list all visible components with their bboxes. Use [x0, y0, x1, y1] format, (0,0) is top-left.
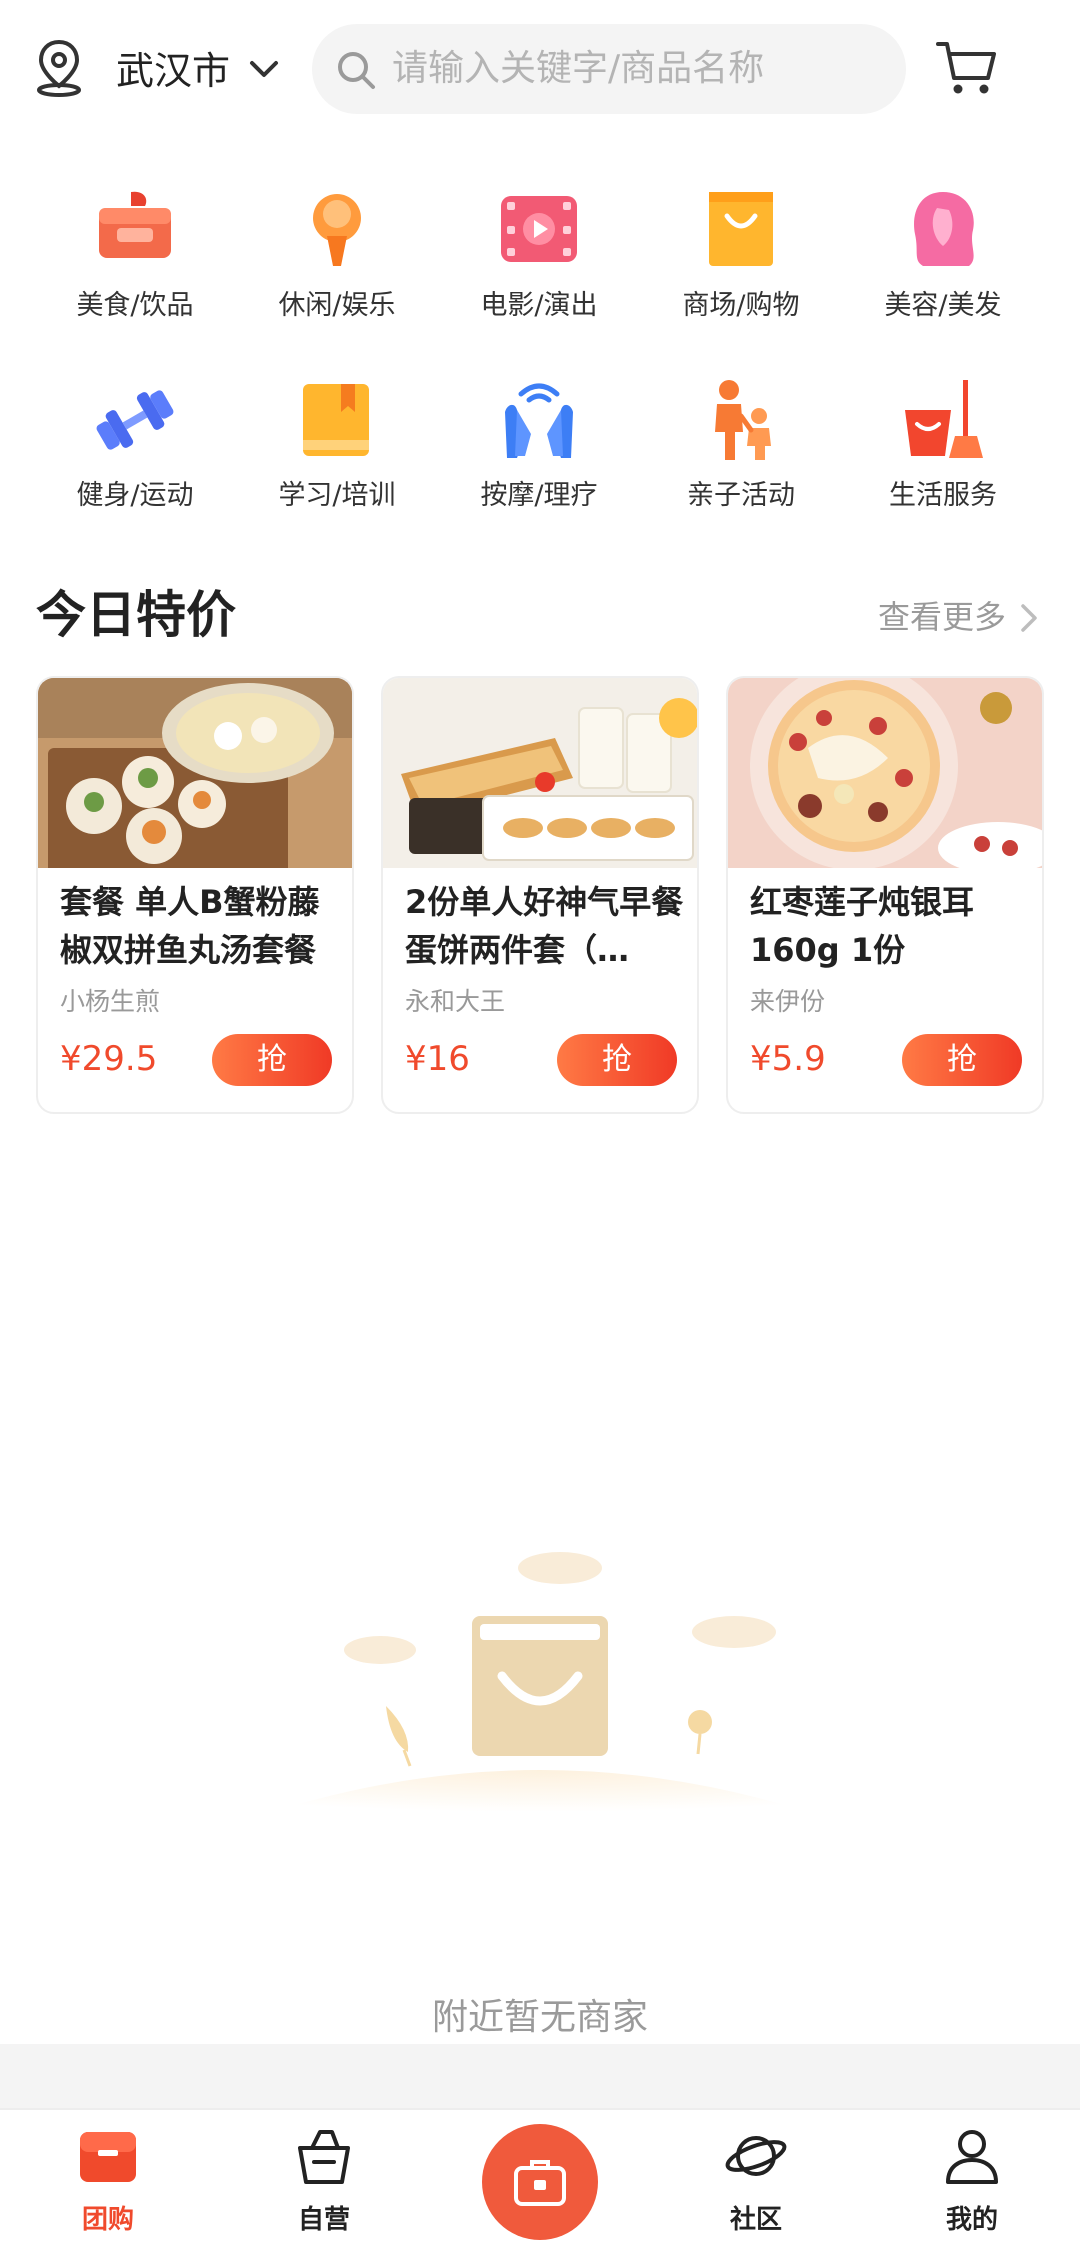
center-action-button[interactable]	[482, 2124, 598, 2240]
category-label: 学习/培训	[278, 480, 396, 511]
grab-button[interactable]: 抢	[557, 1034, 677, 1086]
book-icon	[293, 376, 381, 464]
deal-title: 套餐 单人B蟹粉藤椒双拼鱼丸汤套餐	[60, 883, 320, 969]
chevron-down-icon[interactable]	[246, 52, 282, 88]
nav-label: 团购	[81, 2205, 134, 2235]
leisure-icon	[293, 186, 381, 274]
category-item-beauty[interactable]: 美容/美发	[842, 186, 1044, 336]
nav-item-mine[interactable]: 我的	[864, 2110, 1080, 2247]
category-label: 按摩/理疗	[480, 480, 598, 511]
search-placeholder: 请输入关键字/商品名称	[392, 48, 765, 89]
cleaning-bucket-icon	[899, 376, 987, 464]
top-bar: 武汉市 请输入关键字/商品名称	[0, 0, 1080, 140]
deal-image	[728, 678, 1042, 868]
massage-hands-icon	[495, 376, 583, 464]
category-label: 商场/购物	[682, 290, 800, 321]
category-item-leisure[interactable]: 休闲/娱乐	[236, 186, 438, 336]
deal-title: 2份单人好神气早餐蛋饼两件套（…	[405, 883, 684, 969]
center-toolbox-icon	[510, 2152, 570, 2212]
deal-price: ¥29.5	[60, 1039, 158, 1079]
deal-shop: 永和大王	[405, 987, 506, 1016]
section-title: 今日特价	[36, 586, 236, 644]
view-more-link[interactable]: 查看更多	[878, 594, 1006, 640]
dumbbell-icon	[91, 376, 179, 464]
category-label: 生活服务	[889, 480, 997, 511]
parent-child-icon	[697, 376, 785, 464]
movie-icon	[495, 186, 583, 274]
category-item-movie[interactable]: 电影/演出	[438, 186, 640, 336]
category-item-parent-child[interactable]: 亲子活动	[640, 376, 842, 526]
category-label: 美容/美发	[884, 290, 1002, 321]
nav-label: 我的	[945, 2205, 998, 2235]
category-label: 休闲/娱乐	[278, 290, 396, 321]
deal-title: 红枣莲子炖银耳 160g 1份	[750, 883, 975, 969]
deal-card[interactable]: 红枣莲子炖银耳 160g 1份 来伊份 ¥5.9 抢	[726, 676, 1044, 1114]
divider-strip	[0, 2044, 1080, 2108]
category-label: 健身/运动	[76, 480, 194, 511]
empty-state-message: 附近暂无商家	[431, 1997, 648, 2038]
nav-item-community[interactable]: 社区	[648, 2110, 864, 2247]
basket-icon	[292, 2124, 356, 2188]
group-buy-icon	[76, 2124, 140, 2188]
search-icon	[334, 48, 378, 92]
nav-item-group-buy[interactable]: 团购	[0, 2110, 216, 2247]
category-item-life-service[interactable]: 生活服务	[842, 376, 1044, 526]
deal-price: ¥5.9	[750, 1039, 826, 1079]
deal-shop: 来伊份	[750, 987, 826, 1016]
category-label: 电影/演出	[480, 290, 598, 321]
category-label: 美食/饮品	[76, 290, 194, 321]
category-item-food[interactable]: 美食/饮品	[34, 186, 236, 336]
category-label: 亲子活动	[687, 480, 795, 511]
deal-image	[383, 678, 697, 868]
category-item-fitness[interactable]: 健身/运动	[34, 376, 236, 526]
deal-card[interactable]: 套餐 单人B蟹粉藤椒双拼鱼丸汤套餐 小杨生煎 ¥29.5 抢	[36, 676, 354, 1114]
planet-icon	[724, 2124, 788, 2188]
deal-image	[38, 678, 352, 868]
deal-card[interactable]: 2份单人好神气早餐蛋饼两件套（… 永和大王 ¥16 抢	[381, 676, 699, 1114]
empty-state-illustration	[210, 1530, 870, 1850]
city-selector[interactable]: 武汉市	[116, 44, 230, 98]
deal-price: ¥16	[405, 1039, 470, 1079]
nav-label: 自营	[297, 2205, 350, 2235]
shopping-cart-icon[interactable]	[932, 34, 1000, 102]
shopping-bag-icon	[697, 186, 785, 274]
grab-button[interactable]: 抢	[902, 1034, 1022, 1086]
grab-button[interactable]: 抢	[212, 1034, 332, 1086]
search-bar[interactable]: 请输入关键字/商品名称	[312, 24, 906, 114]
food-drink-icon	[91, 186, 179, 274]
category-item-study[interactable]: 学习/培训	[236, 376, 438, 526]
location-pin-icon[interactable]	[28, 36, 90, 98]
nav-item-self-operated[interactable]: 自营	[216, 2110, 432, 2247]
beauty-hair-icon	[899, 186, 987, 274]
deal-shop: 小杨生煎	[60, 987, 161, 1016]
category-item-massage[interactable]: 按摩/理疗	[438, 376, 640, 526]
category-item-shopping[interactable]: 商场/购物	[640, 186, 842, 336]
user-icon	[940, 2124, 1004, 2188]
nav-label: 社区	[729, 2205, 782, 2235]
chevron-right-icon[interactable]	[1016, 598, 1042, 638]
